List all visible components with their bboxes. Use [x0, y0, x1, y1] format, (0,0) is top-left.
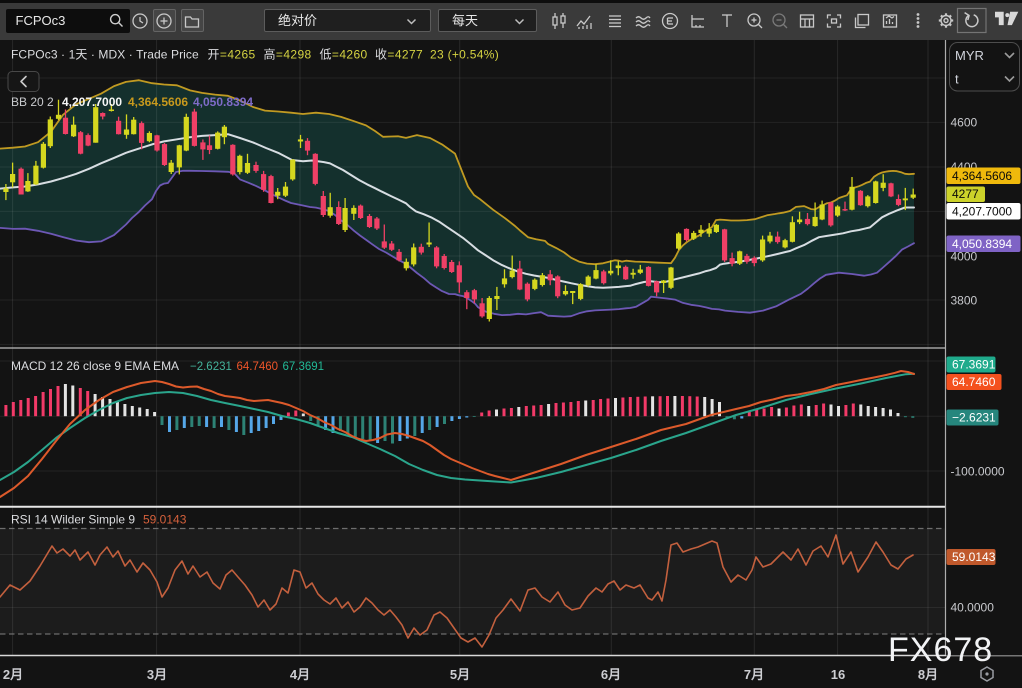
- svg-text:开=4265: 开=4265: [208, 48, 256, 62]
- svg-text:4277: 4277: [952, 187, 979, 201]
- svg-text:MACD 12 26 close 9 EMA EMA: MACD 12 26 close 9 EMA EMA: [11, 359, 179, 373]
- svg-text:-100.0000: -100.0000: [951, 465, 1005, 479]
- svg-text:3月: 3月: [147, 667, 167, 682]
- svg-text:−2.6231: −2.6231: [190, 361, 232, 373]
- svg-text:64.7460: 64.7460: [237, 361, 279, 373]
- svg-text:7月: 7月: [744, 667, 764, 682]
- svg-text:RSI 14 Wilder Simple 9: RSI 14 Wilder Simple 9: [11, 513, 135, 527]
- svg-text:4,364.5606: 4,364.5606: [952, 169, 1012, 183]
- svg-text:40.0000: 40.0000: [951, 601, 995, 615]
- svg-text:6月: 6月: [601, 667, 621, 682]
- svg-text:FX678: FX678: [888, 631, 993, 669]
- svg-text:t: t: [955, 72, 959, 87]
- svg-text:4,364.5606: 4,364.5606: [128, 95, 188, 109]
- svg-text:高=4298: 高=4298: [264, 47, 312, 62]
- svg-text:MYR: MYR: [955, 48, 984, 63]
- svg-text:3800: 3800: [951, 294, 978, 308]
- svg-text:23 (+0.54%): 23 (+0.54%): [430, 48, 499, 62]
- svg-text:FCPOc3 · 1天 · MDX · Trade Pric: FCPOc3 · 1天 · MDX · Trade Price: [11, 48, 199, 62]
- svg-text:BB 20 2: BB 20 2: [11, 95, 54, 109]
- svg-text:59.0143: 59.0143: [143, 513, 187, 527]
- svg-text:−2.6231: −2.6231: [952, 411, 996, 425]
- svg-text:59.0143: 59.0143: [952, 550, 996, 564]
- svg-text:4,050.8394: 4,050.8394: [952, 237, 1012, 251]
- svg-text:低=4260: 低=4260: [320, 48, 368, 62]
- svg-text:8月: 8月: [918, 667, 938, 682]
- svg-text:4,207.7000: 4,207.7000: [952, 205, 1012, 219]
- svg-text:16: 16: [831, 667, 845, 682]
- svg-text:2月: 2月: [3, 667, 23, 682]
- svg-text:5月: 5月: [450, 667, 470, 682]
- svg-text:64.7460: 64.7460: [952, 375, 996, 389]
- svg-text:67.3691: 67.3691: [952, 358, 996, 372]
- svg-text:4600: 4600: [951, 116, 978, 130]
- svg-text:4,050.8394: 4,050.8394: [193, 95, 253, 109]
- svg-text:4,207.7000: 4,207.7000: [62, 95, 122, 109]
- svg-text:收=4277: 收=4277: [375, 48, 423, 62]
- svg-text:4月: 4月: [290, 667, 310, 682]
- svg-text:67.3691: 67.3691: [283, 361, 325, 373]
